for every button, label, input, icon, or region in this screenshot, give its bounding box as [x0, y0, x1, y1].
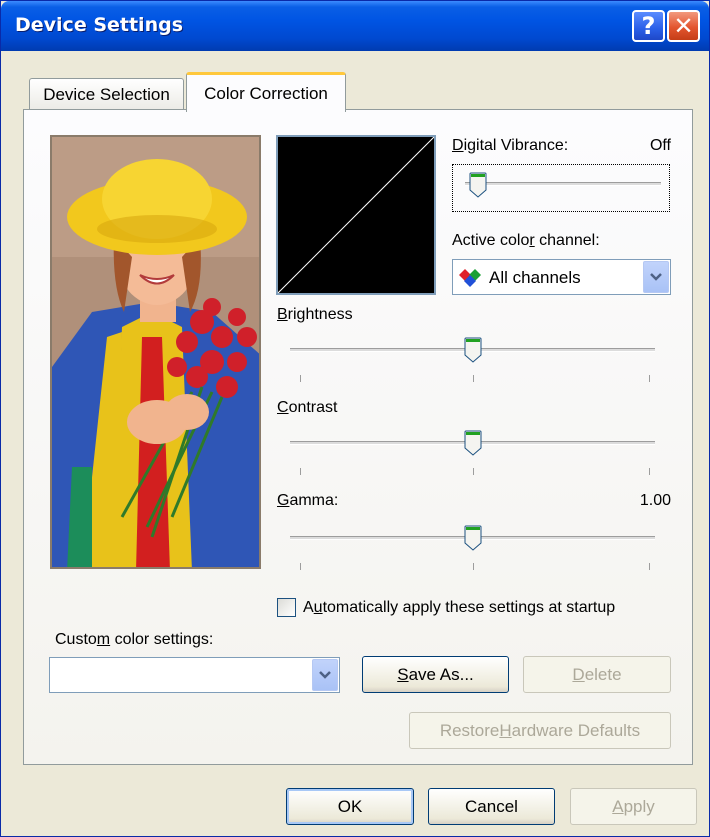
tick-mark — [300, 563, 301, 570]
tick-mark — [473, 563, 474, 570]
close-button[interactable]: ✕ — [667, 10, 700, 42]
cancel-button[interactable]: Cancel — [428, 788, 555, 825]
auto-apply-label[interactable]: Automatically apply these settings at st… — [303, 599, 615, 617]
auto-apply-checkbox[interactable] — [277, 598, 296, 617]
digital-vibrance-label: Digital Vibrance: — [452, 137, 569, 154]
window-title: Device Settings — [15, 14, 184, 36]
tick-mark — [300, 468, 301, 475]
delete-button[interactable]: Delete — [523, 656, 671, 693]
apply-button[interactable]: Apply — [570, 788, 697, 825]
tick-mark — [300, 375, 301, 382]
brightness-slider[interactable] — [277, 331, 671, 391]
contrast-label: Contrast — [277, 399, 338, 416]
custom-color-settings-select[interactable] — [49, 657, 340, 693]
selected-channel: All channels — [489, 268, 581, 287]
slider-track — [465, 182, 661, 186]
gamma-slider[interactable] — [277, 519, 671, 579]
digital-vibrance-value: Off — [649, 137, 671, 154]
contrast-slider[interactable] — [277, 424, 671, 484]
custom-color-settings-label: Custom color settings: — [55, 631, 214, 648]
dropdown-arrow-button[interactable] — [643, 261, 669, 293]
preview-image — [50, 135, 261, 569]
help-icon: ? — [641, 12, 656, 40]
slider-thumb[interactable] — [469, 172, 487, 198]
dropdown-arrow-button[interactable] — [312, 659, 338, 691]
slider-thumb[interactable] — [464, 525, 482, 551]
chevron-down-icon — [319, 671, 331, 679]
tick-mark — [473, 468, 474, 475]
tab-color-correction[interactable]: Color Correction — [186, 72, 346, 112]
chevron-down-icon — [650, 273, 662, 281]
tab-label: Device Selection — [43, 84, 170, 104]
ok-button[interactable]: OK — [286, 788, 414, 825]
help-button[interactable]: ? — [632, 10, 665, 42]
tab-label: Color Correction — [204, 83, 328, 103]
tick-mark — [649, 563, 650, 570]
tick-mark — [649, 375, 650, 382]
rgb-channels-icon — [459, 269, 481, 287]
save-as-button[interactable]: Save As... — [362, 656, 509, 693]
slider-thumb[interactable] — [464, 430, 482, 456]
restore-hardware-defaults-button[interactable]: Restore Hardware Defaults — [409, 712, 671, 749]
color-curve-preview — [276, 135, 436, 295]
gamma-value: 1.00 — [639, 492, 671, 509]
color-channel-select[interactable]: All channels — [452, 259, 671, 295]
brightness-label: Brightness — [277, 306, 353, 323]
active-color-channel-label: Active color channel: — [452, 232, 600, 249]
slider-thumb[interactable] — [464, 337, 482, 363]
tick-mark — [473, 375, 474, 382]
tick-mark — [649, 468, 650, 475]
digital-vibrance-slider[interactable] — [452, 164, 670, 212]
gamma-label: Gamma: — [277, 492, 339, 509]
title-bar[interactable]: Device Settings ? ✕ — [1, 1, 709, 51]
device-settings-window: Device Settings ? ✕ Device Selection Col… — [0, 0, 710, 837]
close-icon: ✕ — [673, 12, 694, 40]
tab-device-selection[interactable]: Device Selection — [29, 78, 184, 110]
